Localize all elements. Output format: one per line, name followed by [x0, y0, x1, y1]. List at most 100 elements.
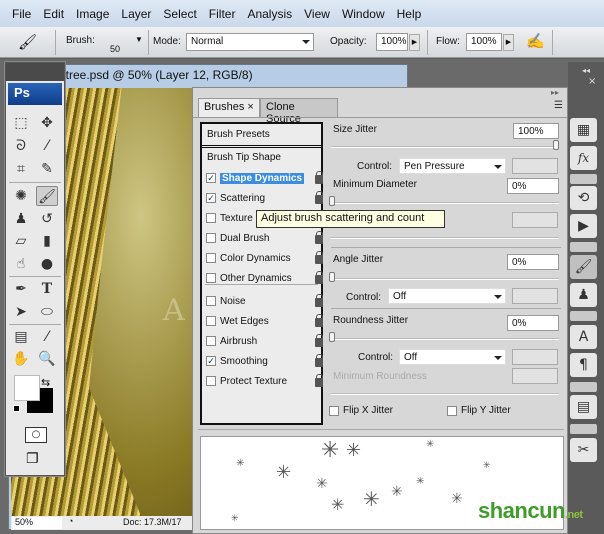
magic-wand-tool-icon[interactable]: ⁄ [36, 136, 58, 156]
lock-icon[interactable] [315, 171, 323, 184]
slider-handle[interactable] [329, 272, 335, 282]
size-jitter-control-select[interactable]: Pen Pressure [399, 158, 506, 174]
menu-edit[interactable]: Edit [37, 7, 70, 21]
zoom-field[interactable]: 50% [12, 517, 62, 529]
brush-option-wet-edges[interactable]: Wet Edges [206, 313, 269, 329]
checkbox[interactable] [447, 405, 457, 416]
roundness-jitter-slider[interactable] [329, 332, 559, 342]
actions-panel-icon[interactable]: ▶ [570, 214, 597, 238]
angle-jitter-slider[interactable] [329, 272, 559, 282]
lock-icon[interactable] [315, 314, 323, 327]
flip-y-jitter-checkbox[interactable]: Flip Y Jitter [447, 405, 511, 416]
menu-help[interactable]: Help [391, 7, 428, 21]
menu-filter[interactable]: Filter [203, 7, 242, 21]
menu-window[interactable]: Window [336, 7, 391, 21]
brush-option-color-dynamics[interactable]: Color Dynamics [206, 250, 291, 266]
history-panel-icon[interactable]: ⟲ [570, 186, 597, 210]
toolbox-header[interactable] [6, 63, 64, 81]
status-menu-icon[interactable]: ◔ [68, 516, 73, 526]
size-jitter-slider[interactable] [331, 140, 559, 150]
screen-mode-icon[interactable]: ❐ [26, 451, 39, 467]
checkbox[interactable] [206, 316, 216, 326]
brush-picker-arrow-icon[interactable]: ▼ [135, 35, 143, 44]
default-colors-icon[interactable] [13, 405, 20, 412]
marquee-tool-icon[interactable]: ⬚ [10, 113, 32, 133]
move-tool-icon[interactable]: ✥ [36, 113, 58, 133]
collapse-panel-icon[interactable]: ▸▸ [551, 88, 559, 97]
roundness-jitter-input[interactable]: 0% [507, 315, 559, 331]
checkbox[interactable]: ✓ [206, 356, 216, 366]
ellipse-tool-icon[interactable]: ⬭ [36, 302, 58, 322]
brush-option-shape-dynamics[interactable]: ✓ Shape Dynamics [206, 170, 305, 186]
brush-option-texture[interactable]: Texture [206, 210, 253, 226]
mode-select[interactable]: Normal [186, 33, 314, 51]
brush-option-scattering[interactable]: ✓ Scattering [206, 190, 265, 206]
brush-option-smoothing[interactable]: ✓ Smoothing [206, 353, 268, 369]
opacity-input[interactable]: 100% [376, 33, 408, 51]
menu-analysis[interactable]: Analysis [241, 7, 298, 21]
eraser-tool-icon[interactable]: ▱ [10, 231, 32, 251]
brush-presets-item[interactable]: Brush Presets [207, 129, 270, 140]
brush-tool-preset-icon[interactable]: 🖌 [18, 33, 37, 51]
lock-icon[interactable] [315, 271, 323, 284]
checkbox[interactable] [206, 233, 216, 243]
menu-layer[interactable]: Layer [115, 7, 157, 21]
roundness-jitter-control-select[interactable]: Off [399, 349, 506, 365]
minimum-diameter-slider[interactable] [329, 196, 559, 206]
checkbox[interactable] [206, 273, 216, 283]
slider-handle[interactable] [553, 140, 559, 150]
minimum-diameter-input[interactable]: 0% [507, 178, 559, 194]
menu-view[interactable]: View [298, 7, 336, 21]
lock-icon[interactable] [315, 231, 323, 244]
history-brush-tool-icon[interactable]: ↺ [36, 209, 58, 229]
lock-icon[interactable] [315, 191, 323, 204]
checkbox[interactable] [206, 213, 216, 223]
panel-menu-icon[interactable]: ☰ [554, 100, 563, 111]
expand-dock-icon[interactable]: ◂◂ [582, 66, 590, 75]
character-panel-icon[interactable]: A [570, 325, 597, 349]
dodge-tool-icon[interactable]: ● [36, 254, 58, 274]
lock-icon[interactable] [315, 334, 323, 347]
paragraph-panel-icon[interactable]: ¶ [570, 353, 597, 377]
opacity-slider-arrow-icon[interactable]: ▶ [409, 34, 420, 51]
type-tool-icon[interactable]: T [36, 279, 58, 299]
tab-clone-source[interactable]: Clone Source [260, 98, 338, 125]
swatches-panel-icon[interactable]: ▦ [570, 118, 597, 142]
angle-jitter-control-select[interactable]: Off [388, 288, 506, 304]
menu-select[interactable]: Select [157, 7, 202, 21]
eyedropper-tool-icon[interactable]: ⁄ [36, 327, 58, 347]
brush-option-airbrush[interactable]: Airbrush [206, 333, 257, 349]
brush-size[interactable]: 50 [110, 44, 120, 54]
tool-presets-panel-icon[interactable]: ♟ [570, 283, 597, 307]
checkbox[interactable] [206, 253, 216, 263]
brush-option-protect-texture[interactable]: Protect Texture [206, 373, 287, 389]
crop-tool-icon[interactable]: ⌗ [10, 159, 32, 179]
blur-tool-icon[interactable]: ☝ [10, 254, 32, 274]
flow-input[interactable]: 100% [466, 33, 502, 51]
flip-x-jitter-checkbox[interactable]: Flip X Jitter [329, 405, 393, 416]
checkbox[interactable] [206, 336, 216, 346]
lock-icon[interactable] [315, 294, 323, 307]
checkbox[interactable]: ✓ [206, 173, 216, 183]
layer-comps-panel-icon[interactable]: ▤ [570, 395, 597, 419]
foreground-color-swatch[interactable] [14, 375, 40, 401]
lasso-tool-icon[interactable]: ᘐ [10, 136, 32, 156]
airbrush-icon[interactable]: ✍ [526, 32, 545, 50]
menu-image[interactable]: Image [70, 7, 115, 21]
brush-option-dual-brush[interactable]: Dual Brush [206, 230, 269, 246]
pen-tool-icon[interactable]: ✒ [10, 279, 32, 299]
healing-brush-tool-icon[interactable]: ✺ [10, 186, 32, 206]
clone-stamp-tool-icon[interactable]: ♟ [10, 209, 32, 229]
notes-tool-icon[interactable]: ▤ [10, 327, 32, 347]
hand-tool-icon[interactable]: ✋ [10, 349, 32, 369]
lock-icon[interactable] [315, 251, 323, 264]
styles-panel-icon[interactable]: fx [570, 146, 597, 170]
checkbox[interactable]: ✓ [206, 193, 216, 203]
brush-tool-icon[interactable]: 🖌 [36, 186, 58, 206]
menu-file[interactable]: File [6, 7, 37, 21]
angle-jitter-input[interactable]: 0% [507, 254, 559, 270]
slice-tool-icon[interactable]: ✎ [36, 159, 58, 179]
checkbox[interactable] [206, 376, 216, 386]
checkbox[interactable] [206, 296, 216, 306]
gradient-tool-icon[interactable]: ▮ [36, 231, 58, 251]
